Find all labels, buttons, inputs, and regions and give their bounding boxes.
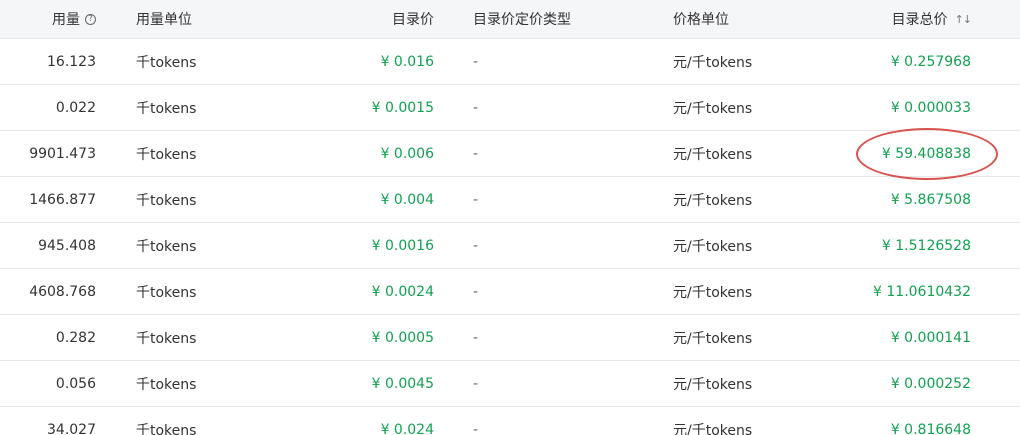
cell-catalog-price: ¥ 0.0024 [371,283,434,300]
table-row: 1466.877 千tokens ¥ 0.004- 元/千tokens ¥ 5.8675… [0,177,1020,223]
sort-icon[interactable]: ↑↓ [955,13,972,26]
table-row: 0.282 千tokens ¥ 0.0005- 元/千tokens ¥ 0.000141 [0,315,1020,361]
header-total-price[interactable]: 目录总价 ↑↓ [760,0,972,38]
cell-total-price: ¥ 1.5126528 [881,237,971,254]
cell-catalog-price: ¥ 0.0045 [371,375,434,392]
table-row: 945.408 千tokens ¥ 0.0016- 元/千tokens ¥ 1.5126… [0,223,1020,269]
cell-usage: 0.282 [55,329,96,346]
cell-catalog-price: ¥ 0.024 [380,421,434,435]
cell-pricing-type: - [473,237,479,254]
cell-usage: 0.022 [55,99,96,116]
cell-pricing-type: - [473,421,479,435]
cell-pricing-type: - [473,283,479,300]
header-total-price-label: 目录总价 [891,12,948,28]
cell-catalog-price: ¥ 0.016 [380,53,434,70]
question-circle-icon[interactable]: ? [85,13,96,25]
cell-usage: 945.408 [38,237,96,254]
cell-catalog-price: ¥ 0.0005 [371,329,434,346]
cell-usage: 1466.877 [29,191,96,208]
cell-catalog-price: ¥ 0.006 [380,145,434,162]
cell-pricing-type: - [473,375,479,392]
cell-total-price: ¥ 0.257968 [890,53,971,70]
table-header: 用量 ? 用量单位 目录价 目录价定价类型 价格单位 目录总价 ↑↓ [0,0,1020,39]
billing-table: 用量 ? 用量单位 目录价 目录价定价类型 价格单位 目录总价 ↑↓ 16.12… [0,0,1020,435]
cell-pricing-type: - [473,329,479,346]
cell-usage: 9901.473 [29,145,96,162]
header-catalog-price: 目录价 [392,12,434,28]
table-row: 0.022 千tokens ¥ 0.0015- 元/千tokens ¥ 0.000033 [0,85,1020,131]
table-row: 4608.768 千tokens ¥ 0.0024- 元/千tokens ¥ 11.06… [0,269,1020,315]
cell-usage: 4608.768 [29,283,96,300]
table-row: 34.027 千tokens ¥ 0.024- 元/千tokens ¥ 0.816648 [0,407,1020,435]
cell-total-price: ¥ 11.0610432 [873,283,971,300]
cell-total-price: ¥ 0.000252 [890,375,971,392]
cell-catalog-price: ¥ 0.0016 [371,237,434,254]
table-row: 0.056 千tokens ¥ 0.0045- 元/千tokens ¥ 0.000252 [0,361,1020,407]
cell-catalog-price: ¥ 0.0015 [371,99,434,116]
cell-usage: 0.056 [55,375,96,392]
table-row: 9901.473 千tokens ¥ 0.006- 元/千tokens ¥ 59.408… [0,131,1020,177]
cell-pricing-type: - [473,191,479,208]
cell-pricing-type: - [473,99,479,116]
cell-pricing-type: - [473,53,479,70]
cell-total-price: ¥ 5.867508 [890,191,971,208]
cell-pricing-type: - [473,145,479,162]
cell-catalog-price: ¥ 0.004 [380,191,434,208]
header-usage-label: 用量 [52,12,80,28]
header-usage: 用量 ? [0,0,96,38]
cell-usage: 16.123 [47,53,96,70]
cell-total-price: ¥ 0.816648 [890,421,971,435]
header-pricing-type: 目录价定价类型 [473,12,571,28]
cell-total-price: ¥ 0.000141 [890,329,971,346]
cell-total-price: ¥ 0.000033 [890,99,971,116]
table-row: 16.123 千tokens ¥ 0.016- 元/千tokens ¥ 0.257968 [0,39,1020,85]
cell-usage: 34.027 [47,421,96,435]
cell-total-price: ¥ 59.408838 [881,145,971,162]
